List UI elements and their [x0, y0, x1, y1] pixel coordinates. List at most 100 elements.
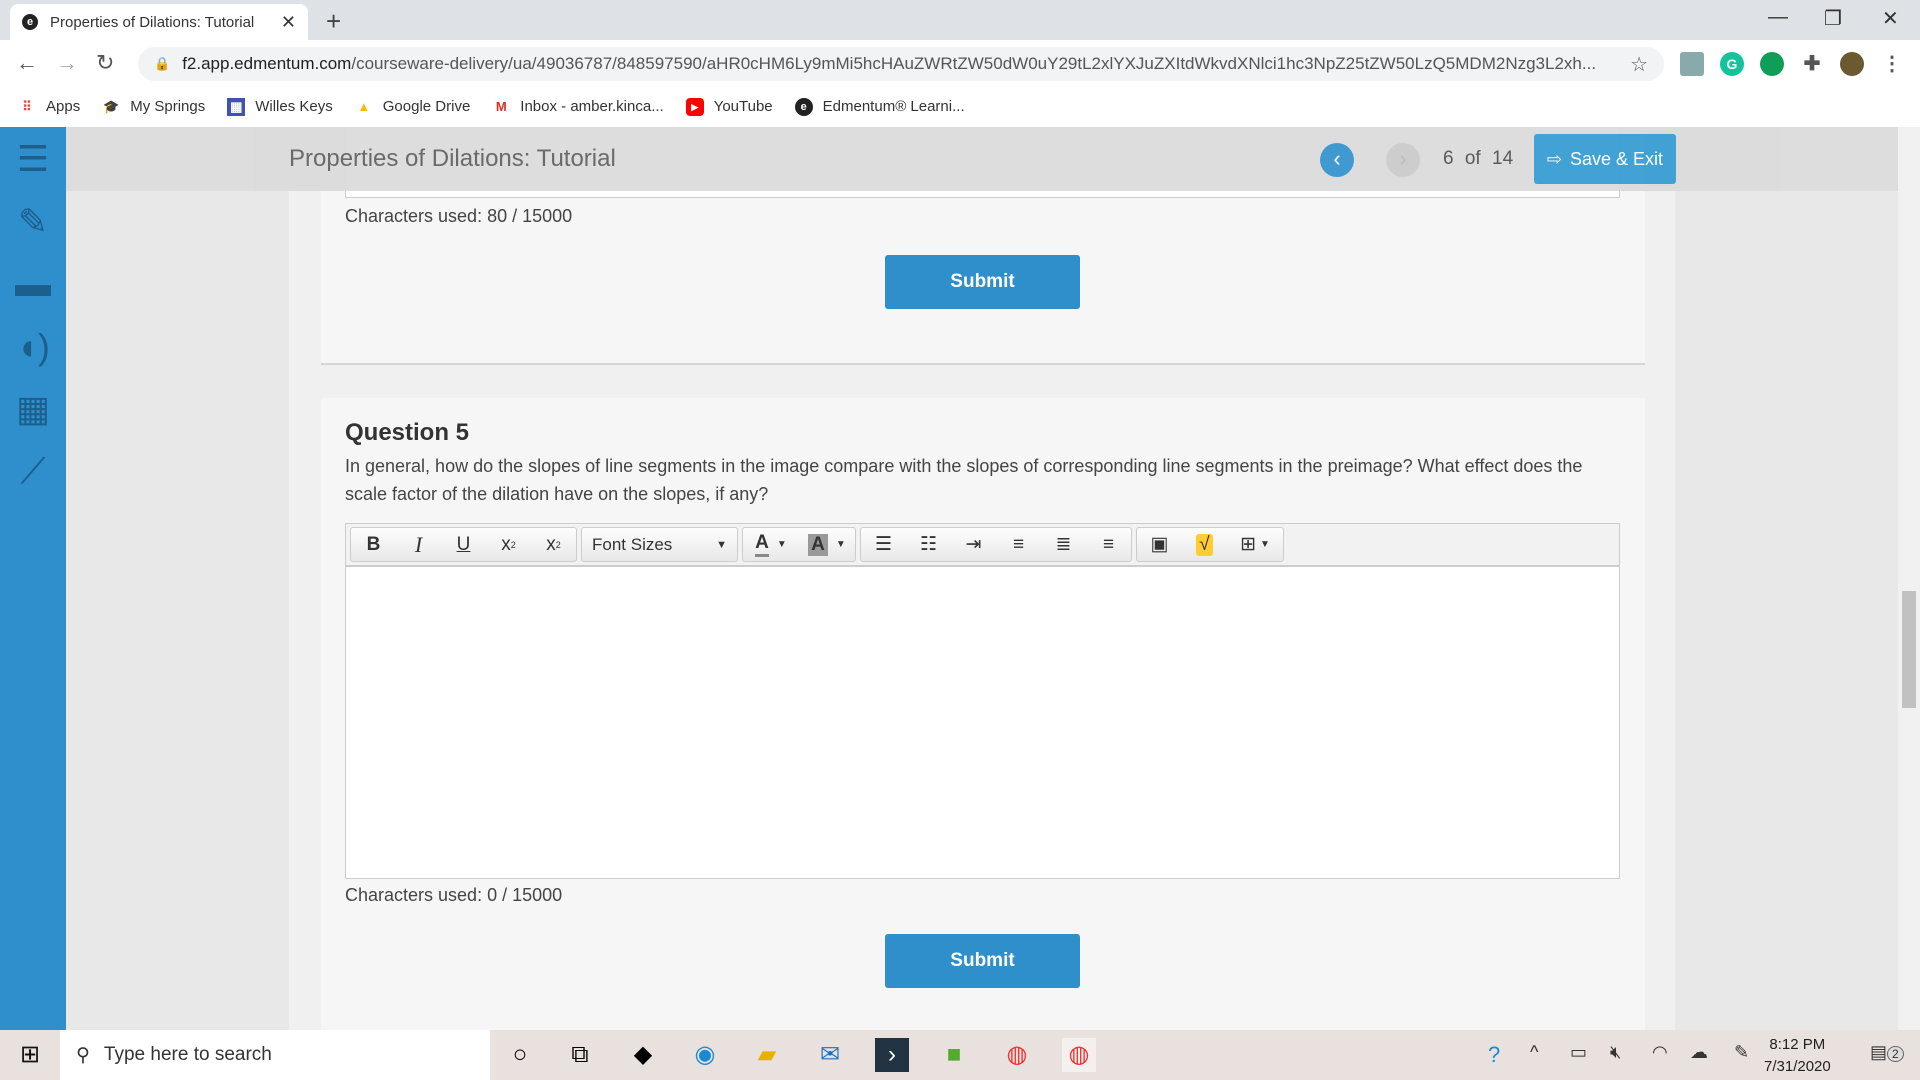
profile-avatar[interactable]: [1840, 52, 1864, 76]
table-icon[interactable]: ⊞ ▼: [1227, 528, 1283, 561]
scrollbar[interactable]: [1898, 127, 1920, 1030]
numbered-list-icon[interactable]: ☷: [906, 528, 951, 561]
windows-start-icon[interactable]: ⊞: [13, 1038, 47, 1072]
hangouts-icon[interactable]: [1760, 52, 1784, 76]
minimize-button[interactable]: —: [1768, 6, 1788, 29]
align-center-icon[interactable]: ≣: [1041, 528, 1086, 561]
page-title: Properties of Dilations: Tutorial: [289, 145, 616, 172]
align-left-icon[interactable]: ≡: [996, 528, 1041, 561]
grammarly-icon[interactable]: G: [1720, 52, 1744, 76]
bookmark-label: YouTube: [713, 98, 773, 115]
calculator-icon[interactable]: ▦: [0, 379, 66, 439]
notifications-icon[interactable]: ▤ 2: [1870, 1042, 1904, 1063]
restore-button[interactable]: ❐: [1824, 6, 1842, 31]
app-icon[interactable]: ›: [875, 1038, 909, 1072]
forward-icon[interactable]: →: [56, 50, 78, 76]
minecraft-icon[interactable]: ■: [937, 1038, 971, 1072]
volume-muted-icon[interactable]: 🔇︎: [1610, 1042, 1621, 1063]
scrollbar-thumb[interactable]: [1902, 591, 1916, 708]
italic-button[interactable]: I: [396, 528, 441, 561]
bookmark-my-springs[interactable]: 🎓 My Springs: [102, 98, 205, 116]
cortana-icon[interactable]: ○: [503, 1038, 537, 1072]
clock[interactable]: 8:12 PM 7/31/2020: [1764, 1034, 1831, 1078]
bold-button[interactable]: B: [351, 528, 396, 561]
highlight-color-icon: A: [808, 533, 828, 556]
bookmark-star-icon[interactable]: ☆: [1630, 52, 1648, 77]
reload-icon[interactable]: ↻: [96, 50, 114, 76]
bookmarks-bar: ⠿ Apps 🎓 My Springs ▦ Willes Keys ▲ Google D…: [0, 86, 1920, 127]
notepad-icon[interactable]: ✎: [0, 192, 66, 252]
next-page-button[interactable]: ›: [1386, 143, 1420, 177]
page-content: Characters used: 80 / 15000 Submit Quest…: [0, 127, 1898, 1030]
answer-editor[interactable]: [345, 566, 1620, 879]
bookmark-willes-keys[interactable]: ▦ Willes Keys: [227, 97, 333, 116]
question-text: In general, how do the slopes of line se…: [345, 456, 1583, 504]
superscript-button[interactable]: x2: [486, 528, 531, 561]
text-color-icon: A: [755, 532, 769, 557]
character-count: Characters used: 0 / 15000: [345, 885, 563, 905]
edge-icon[interactable]: ◉: [688, 1038, 722, 1072]
bookmark-google-drive[interactable]: ▲ Google Drive: [355, 98, 471, 116]
chrome-profile-icon[interactable]: ◍: [1000, 1038, 1034, 1072]
bullet-list-icon[interactable]: ☰: [861, 528, 906, 561]
taskbar-search[interactable]: ⚲ Type here to search: [60, 1030, 490, 1080]
help-icon[interactable]: ?: [1488, 1042, 1500, 1068]
submit-button[interactable]: Submit: [885, 255, 1080, 309]
current-page: 6: [1443, 148, 1454, 169]
subscript-button[interactable]: x2: [531, 528, 576, 561]
extension-icon[interactable]: [1680, 52, 1704, 76]
close-window-button[interactable]: ✕: [1882, 6, 1899, 31]
graph-icon[interactable]: ⟋: [0, 441, 66, 501]
time: 8:12 PM: [1769, 1036, 1826, 1053]
chrome-icon[interactable]: ◍: [1062, 1038, 1096, 1072]
insert-image-icon[interactable]: ▣: [1137, 528, 1182, 561]
character-count: Characters used: 80 / 15000: [345, 206, 573, 226]
bookmark-label: Inbox - amber.kinca...: [520, 98, 664, 115]
bookmark-apps[interactable]: ⠿ Apps: [18, 98, 80, 116]
onedrive-icon[interactable]: ☁: [1690, 1042, 1708, 1063]
bookmark-label: Willes Keys: [255, 98, 333, 115]
browser-tab[interactable]: e Properties of Dilations: Tutorial ✕: [10, 4, 308, 40]
extensions-puzzle-icon[interactable]: ✚: [1800, 52, 1824, 76]
show-hidden-icons[interactable]: ^: [1530, 1042, 1538, 1063]
submit-button[interactable]: Submit: [885, 934, 1080, 988]
underline-button[interactable]: U: [441, 528, 486, 561]
bookmark-inbox[interactable]: M Inbox - amber.kinca...: [492, 98, 664, 116]
menu-icon[interactable]: ⋮: [1880, 52, 1904, 76]
bookmark-label: Google Drive: [382, 98, 471, 115]
equation-icon[interactable]: √: [1182, 528, 1227, 561]
url-path: /courseware-delivery/ua/49036787/8485975…: [351, 54, 1597, 73]
wifi-icon[interactable]: ◠: [1652, 1042, 1668, 1063]
youtube-icon: ▶: [685, 97, 704, 116]
of-label: of: [1464, 148, 1481, 169]
background-color-button[interactable]: A ▼: [799, 528, 855, 561]
tab-title: Properties of Dilations: Tutorial: [50, 13, 255, 31]
bookmark-edmentum[interactable]: e Edmentum® Learni...: [794, 97, 965, 116]
folder-icon[interactable]: ▬: [0, 254, 66, 314]
back-icon[interactable]: ←: [16, 50, 38, 76]
mail-icon[interactable]: ✉: [813, 1038, 847, 1072]
notification-count: 2: [1887, 1046, 1904, 1062]
battery-icon[interactable]: ▭: [1570, 1042, 1587, 1063]
app-header: Properties of Dilations: Tutorial ‹ › 6 …: [66, 127, 1898, 191]
text-color-button[interactable]: A ▼: [743, 528, 799, 561]
task-view-icon[interactable]: ⧉: [563, 1038, 597, 1072]
bookmark-youtube[interactable]: ▶ YouTube: [685, 97, 773, 116]
save-exit-button[interactable]: ⇨ Save & Exit: [1534, 134, 1676, 184]
font-sizes-label: Font Sizes: [592, 534, 673, 554]
close-tab-icon[interactable]: ✕: [281, 12, 296, 33]
indent-icon[interactable]: ⇥: [951, 528, 996, 561]
new-tab-button[interactable]: +: [326, 6, 341, 37]
address-bar[interactable]: 🔒 f2.app.edmentum.com/courseware-deliver…: [138, 47, 1664, 81]
url-host: f2.app.edmentum.com: [182, 54, 352, 73]
dropdown-caret-icon: ▼: [716, 538, 727, 551]
previous-page-button[interactable]: ‹: [1320, 143, 1354, 177]
align-right-icon[interactable]: ≡: [1086, 528, 1131, 561]
pen-icon[interactable]: ✎: [1734, 1042, 1749, 1063]
font-sizes-dropdown[interactable]: Font Sizes ▼: [582, 528, 737, 561]
list-icon[interactable]: ☰: [0, 129, 66, 189]
dropbox-icon[interactable]: ◆: [626, 1038, 660, 1072]
search-placeholder: Type here to search: [103, 1044, 272, 1065]
file-explorer-icon[interactable]: ▰: [750, 1038, 784, 1072]
speaker-icon[interactable]: ◖): [0, 317, 66, 377]
